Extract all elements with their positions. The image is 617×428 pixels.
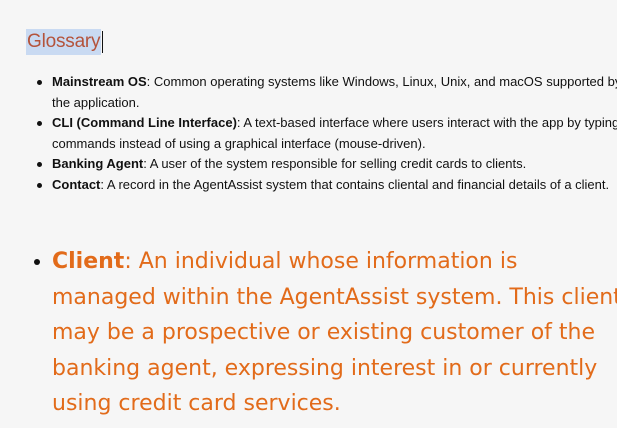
glossary-term: Contact (52, 176, 101, 192)
glossary-term: Client (52, 249, 125, 274)
bullet-icon (37, 162, 42, 167)
glossary-term: Banking Agent (52, 156, 144, 171)
glossary-definition: : A record in the AgentAssist system tha… (100, 176, 610, 192)
glossary-list: Mainstream OS: Common operating systems … (34, 72, 617, 195)
glossary-term: CLI (Command Line Interface) (52, 115, 237, 130)
glossary-item-cli[interactable]: CLI (Command Line Interface): A text-bas… (37, 113, 617, 154)
text-cursor (102, 31, 104, 53)
glossary-term: Mainstream OS (52, 74, 147, 89)
glossary-definition: : A user of the system responsible for s… (143, 156, 527, 171)
bullet-icon (34, 259, 40, 265)
glossary-item-mainstream-os[interactable]: Mainstream OS: Common operating systems … (37, 72, 617, 113)
glossary-item-banking-agent[interactable]: Banking Agent: A user of the system resp… (37, 154, 617, 175)
glossary-heading-wrap: Glossary (26, 28, 104, 56)
glossary-item-client[interactable]: Client: An individual whose information … (34, 244, 617, 422)
glossary-item-contact[interactable]: Contact: A record in the AgentAssist sys… (37, 175, 617, 196)
document-page: Glossary Mainstream OS: Common operating… (0, 0, 617, 428)
bullet-icon (37, 121, 42, 126)
glossary-list-large: Client: An individual whose information … (32, 244, 617, 422)
glossary-definition: : An individual whose information is man… (52, 249, 617, 416)
glossary-heading[interactable]: Glossary (26, 29, 102, 55)
bullet-icon (37, 80, 42, 85)
bullet-icon (37, 182, 42, 188)
